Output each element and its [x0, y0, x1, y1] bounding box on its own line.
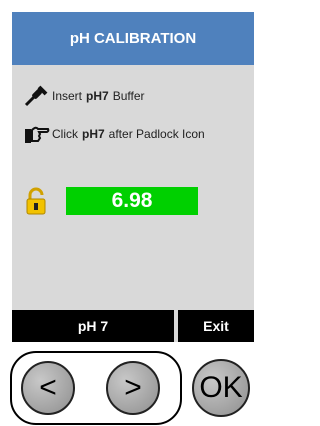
device-screen: pH CALIBRATION Insert pH7 Buffer Click p… — [12, 12, 254, 342]
instruction-click: Click pH7 after Padlock Icon — [24, 122, 205, 146]
page-title: pH CALIBRATION — [12, 12, 254, 65]
dropper-icon — [24, 84, 52, 108]
ph7-button[interactable]: pH 7 — [12, 310, 174, 342]
instruction-insert: Insert pH7 Buffer — [24, 84, 145, 108]
padlock-icon — [26, 187, 46, 215]
pointing-hand-icon — [24, 122, 52, 146]
ok-button[interactable]: OK — [192, 359, 250, 417]
exit-button[interactable]: Exit — [178, 310, 254, 342]
previous-button[interactable]: < — [21, 361, 75, 415]
next-button[interactable]: > — [106, 361, 160, 415]
ph-reading: 6.98 — [66, 187, 198, 215]
